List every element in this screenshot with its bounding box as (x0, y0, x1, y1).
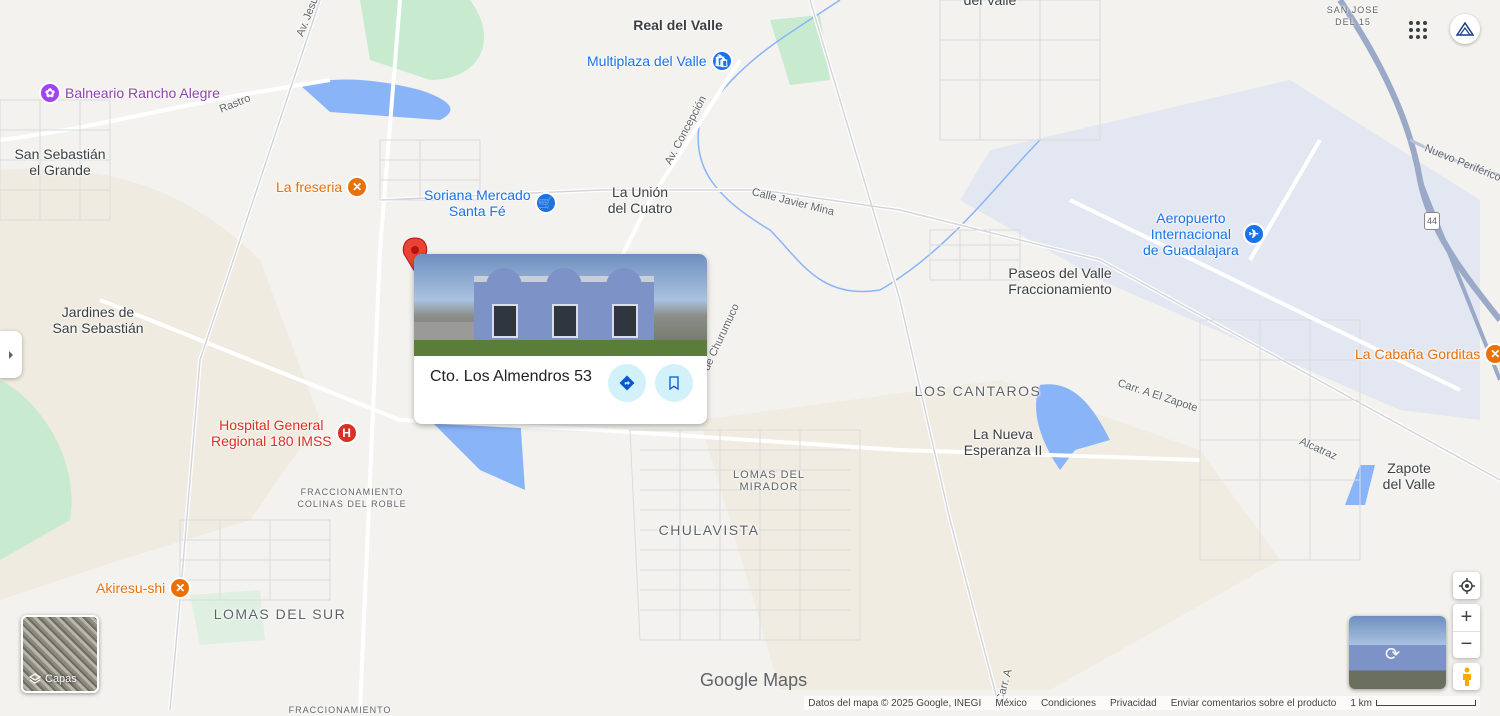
bookmark-icon (669, 376, 679, 391)
poi-rancho-alegre[interactable]: ✿ Balneario Rancho Alegre (39, 82, 220, 104)
place-label: LOMAS DEL MIRADOR (733, 469, 805, 493)
terms-link[interactable]: Condiciones (1041, 698, 1096, 709)
poi-freseria[interactable]: La freseria ✕ (276, 176, 369, 198)
rotate-360-icon: ⟳ (1385, 644, 1401, 664)
apps-grid-icon[interactable] (1408, 20, 1428, 40)
my-location-button[interactable] (1453, 572, 1480, 599)
place-label: San Sebastián el Grande (14, 146, 106, 178)
pegman-button[interactable] (1453, 663, 1480, 690)
layers-icon (29, 673, 41, 684)
place-label: Paseos del Valle Fraccionamiento (1008, 265, 1112, 297)
layers-label: Capas (45, 673, 77, 685)
zoom-in-button[interactable]: + (1453, 604, 1480, 632)
place-label: Zapote del Valle (1382, 460, 1436, 492)
layers-button[interactable]: Capas (21, 615, 99, 693)
map-footer: Datos del mapa © 2025 Google, INEGI Méxi… (804, 696, 1480, 710)
directions-button[interactable] (608, 364, 646, 402)
place-label: La Unión del Cuatro (607, 184, 673, 216)
scale-bar[interactable]: 1 km (1350, 698, 1476, 709)
place-title: Cto. Los Almendros 53 (430, 368, 592, 385)
directions-icon (619, 375, 635, 391)
place-label: FRACCIONAMIENTO (288, 705, 392, 715)
zoom-control: + − (1453, 604, 1480, 658)
attraction-icon: ✿ (39, 82, 61, 104)
poi-cabana[interactable]: La Cabaña Gorditas ✕ (1355, 343, 1500, 365)
poi-hospital[interactable]: Hospital General Regional 180 IMSS H (211, 417, 358, 449)
privacy-link[interactable]: Privacidad (1110, 698, 1157, 709)
house-image (474, 268, 654, 340)
place-label: del Valle (963, 0, 1017, 8)
my-location-icon (1458, 577, 1475, 594)
street-view-thumbnail[interactable]: ⟳ (1349, 616, 1446, 689)
place-label: LOS CANTAROS (914, 383, 1042, 399)
chevron-right-icon (9, 350, 13, 359)
street-view-photo[interactable] (414, 254, 707, 356)
zoom-out-button[interactable]: − (1453, 632, 1480, 659)
restaurant-icon: ✕ (169, 577, 192, 599)
feedback-link[interactable]: Enviar comentarios sobre el producto (1171, 698, 1337, 709)
place-label: LOMAS DEL SUR (213, 606, 347, 622)
place-label: Real del Valle (633, 17, 723, 33)
restaurant-icon: ✕ (346, 176, 369, 198)
poi-multiplaza[interactable]: Multiplaza del Valle 🛍 (587, 50, 733, 72)
hospital-icon: H (335, 422, 358, 444)
route-shield: 44 (1424, 212, 1441, 230)
restaurant-icon: ✕ (1484, 343, 1500, 365)
map-data-attribution: Datos del mapa © 2025 Google, INEGI (808, 697, 982, 709)
pegman-icon (1462, 667, 1471, 686)
poi-soriana[interactable]: Soriana Mercado Santa Fé 🛒 (424, 187, 557, 219)
country-link[interactable]: México (995, 698, 1027, 709)
save-button[interactable] (655, 364, 693, 402)
airplane-icon: ✈ (1242, 223, 1265, 245)
place-card[interactable]: Cto. Los Almendros 53 (414, 254, 707, 424)
account-avatar-icon[interactable] (1450, 14, 1480, 44)
poi-airport[interactable]: Aeropuerto Internacional de Guadalajara ✈ (1143, 210, 1265, 258)
place-label: CHULAVISTA (658, 522, 760, 538)
poi-akiresu[interactable]: Akiresu-shi ✕ (96, 577, 192, 599)
place-label: Jardines de San Sebastián (52, 304, 144, 336)
place-label: FRACCIONAMIENTO COLINAS DEL ROBLE (297, 487, 407, 509)
cart-icon: 🛒 (534, 192, 557, 214)
google-maps-logo: Google Maps (700, 670, 808, 690)
side-panel-toggle[interactable] (0, 331, 22, 378)
place-label: La Nueva Esperanza II (963, 426, 1043, 458)
place-label: SAN JOSE DEL 15 (1326, 5, 1380, 27)
shopping-bag-icon: 🛍 (710, 50, 733, 72)
